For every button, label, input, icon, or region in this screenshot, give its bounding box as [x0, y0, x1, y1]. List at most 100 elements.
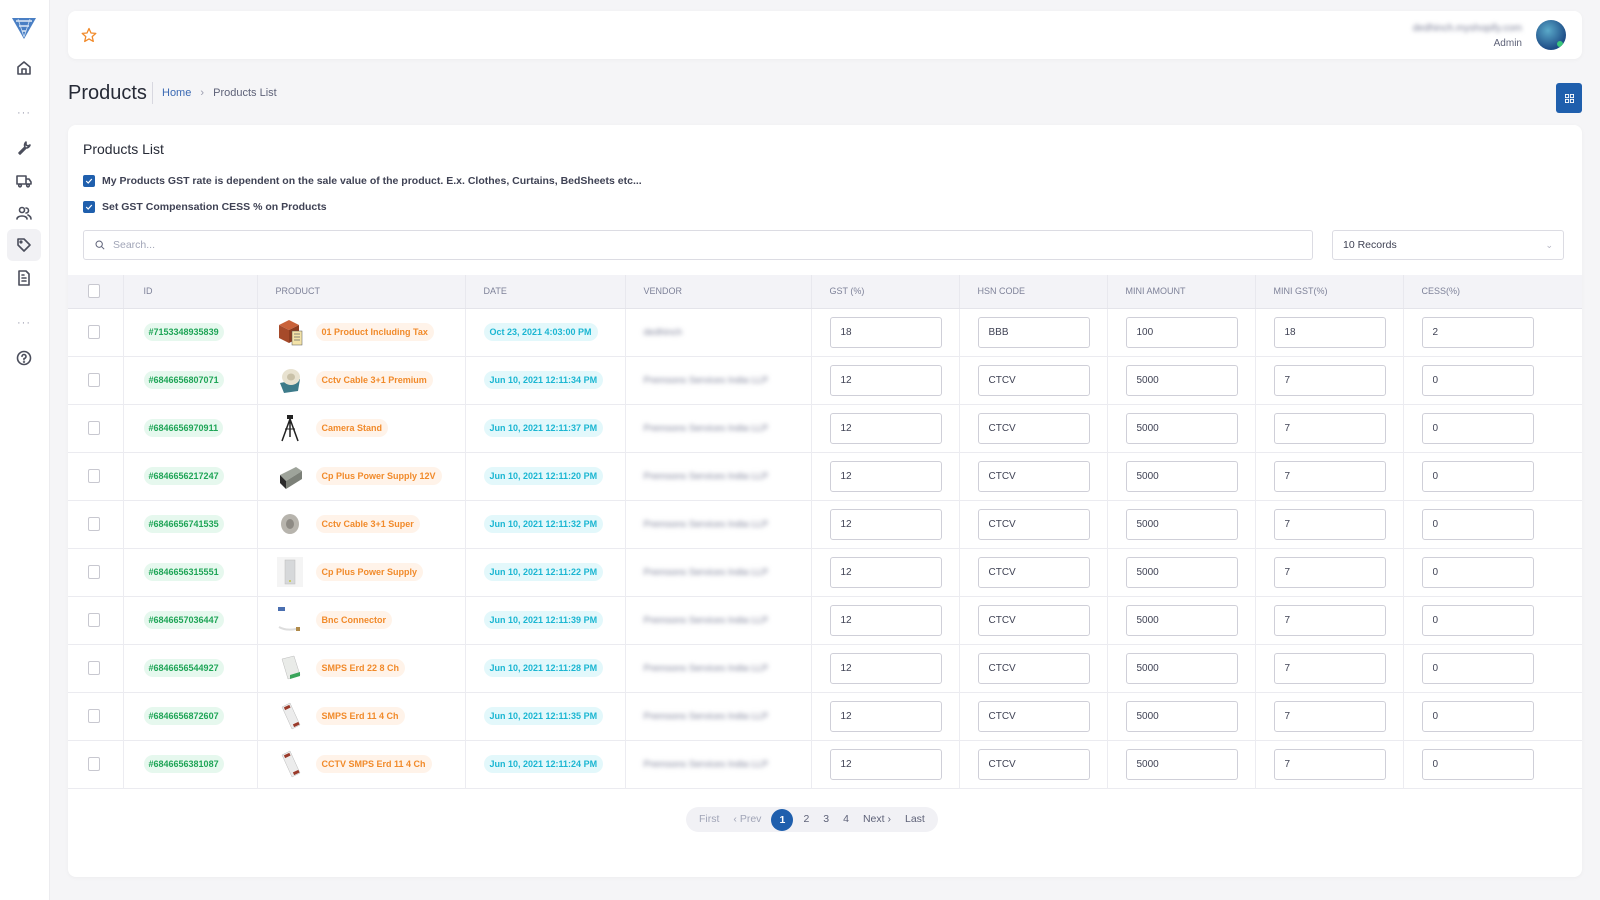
- col-vendor[interactable]: VENDOR: [625, 275, 812, 309]
- breadcrumb-home[interactable]: Home: [162, 87, 191, 99]
- mini-gst-input[interactable]: [1273, 460, 1386, 492]
- page-1[interactable]: 1: [771, 808, 794, 831]
- mini-amount-input[interactable]: [1125, 604, 1238, 636]
- mini-amount-input[interactable]: [1125, 700, 1238, 732]
- row-checkbox[interactable]: [88, 469, 100, 483]
- page-prev[interactable]: ‹ Prev: [726, 807, 768, 832]
- mini-amount-input[interactable]: [1125, 364, 1238, 396]
- cess-input[interactable]: [1421, 604, 1534, 636]
- page-next[interactable]: Next ›: [856, 807, 898, 832]
- product-name-badge[interactable]: 01 Product Including Tax: [315, 323, 434, 341]
- row-checkbox[interactable]: [88, 421, 100, 435]
- mini-gst-input[interactable]: [1273, 604, 1386, 636]
- product-name-badge[interactable]: SMPS Erd 11 4 Ch: [315, 707, 405, 725]
- gst-input[interactable]: [829, 700, 942, 732]
- hsn-code-input[interactable]: [977, 748, 1090, 780]
- sidebar-item-tools[interactable]: [7, 132, 41, 164]
- star-icon[interactable]: [81, 27, 97, 43]
- col-date[interactable]: DATE: [465, 275, 626, 309]
- cess-input[interactable]: [1421, 508, 1534, 540]
- records-per-page-select[interactable]: 10 Records ⌄: [1332, 230, 1564, 260]
- sidebar-item-shipping[interactable]: [7, 165, 41, 197]
- cess-input[interactable]: [1421, 316, 1534, 348]
- product-id-badge[interactable]: #6846656741535: [143, 515, 224, 533]
- gst-input[interactable]: [829, 748, 942, 780]
- product-id-badge[interactable]: #6846657036447: [143, 611, 224, 629]
- sidebar-item-customers[interactable]: [7, 197, 41, 229]
- hsn-code-input[interactable]: [977, 316, 1090, 348]
- mini-amount-input[interactable]: [1125, 748, 1238, 780]
- col-cess[interactable]: CESS(%): [1403, 275, 1582, 309]
- product-name-badge[interactable]: Cp Plus Power Supply 12V: [315, 467, 442, 485]
- product-id-badge[interactable]: #6846656872607: [143, 707, 224, 725]
- col-hsn-code[interactable]: HSN CODE: [959, 275, 1108, 309]
- mini-gst-input[interactable]: [1273, 412, 1386, 444]
- row-checkbox[interactable]: [88, 709, 100, 723]
- hsn-code-input[interactable]: [977, 508, 1090, 540]
- product-name-badge[interactable]: CCTV SMPS Erd 11 4 Ch: [315, 755, 432, 773]
- col-mini-amount[interactable]: MINI AMOUNT: [1107, 275, 1256, 309]
- cess-checkbox[interactable]: [83, 201, 95, 213]
- gst-dependent-option[interactable]: My Products GST rate is dependent on the…: [83, 175, 642, 187]
- product-name-badge[interactable]: SMPS Erd 22 8 Ch: [315, 659, 406, 677]
- mini-gst-input[interactable]: [1273, 748, 1386, 780]
- product-id-badge[interactable]: #6846656381087: [143, 755, 224, 773]
- row-checkbox[interactable]: [88, 757, 100, 771]
- row-checkbox[interactable]: [88, 661, 100, 675]
- product-name-badge[interactable]: Cctv Cable 3+1 Premium: [315, 371, 433, 389]
- gst-dependent-checkbox[interactable]: [83, 175, 95, 187]
- hsn-code-input[interactable]: [977, 652, 1090, 684]
- gst-input[interactable]: [829, 652, 942, 684]
- gst-input[interactable]: [829, 316, 942, 348]
- row-checkbox[interactable]: [88, 565, 100, 579]
- sidebar-item-home[interactable]: [7, 52, 41, 84]
- gst-input[interactable]: [829, 508, 942, 540]
- product-id-badge[interactable]: #7153348935839: [143, 323, 224, 341]
- col-product[interactable]: PRODUCT: [257, 275, 466, 309]
- sidebar-item-products[interactable]: [7, 229, 41, 261]
- product-id-badge[interactable]: #6846656807071: [143, 371, 224, 389]
- product-id-badge[interactable]: #6846656217247: [143, 467, 224, 485]
- cess-input[interactable]: [1421, 364, 1534, 396]
- hsn-code-input[interactable]: [977, 364, 1090, 396]
- row-checkbox[interactable]: [88, 613, 100, 627]
- product-name-badge[interactable]: Camera Stand: [315, 419, 389, 437]
- hsn-code-input[interactable]: [977, 460, 1090, 492]
- hsn-code-input[interactable]: [977, 412, 1090, 444]
- mini-gst-input[interactable]: [1273, 700, 1386, 732]
- sidebar-item-help[interactable]: [7, 342, 41, 374]
- mini-amount-input[interactable]: [1125, 556, 1238, 588]
- product-name-badge[interactable]: Cp Plus Power Supply: [315, 563, 424, 581]
- mini-gst-input[interactable]: [1273, 316, 1386, 348]
- product-name-badge[interactable]: Cctv Cable 3+1 Super: [315, 515, 420, 533]
- mini-gst-input[interactable]: [1273, 364, 1386, 396]
- cess-input[interactable]: [1421, 700, 1534, 732]
- row-checkbox[interactable]: [88, 325, 100, 339]
- mini-amount-input[interactable]: [1125, 652, 1238, 684]
- mini-amount-input[interactable]: [1125, 460, 1238, 492]
- product-id-badge[interactable]: #6846656315551: [143, 563, 224, 581]
- gst-input[interactable]: [829, 412, 942, 444]
- gst-input[interactable]: [829, 604, 942, 636]
- gst-input[interactable]: [829, 460, 942, 492]
- select-all-checkbox[interactable]: [88, 284, 100, 299]
- col-mini-gst[interactable]: MINI GST(%): [1255, 275, 1404, 309]
- gst-input[interactable]: [829, 556, 942, 588]
- page-first[interactable]: First: [692, 807, 726, 832]
- app-logo[interactable]: [11, 16, 37, 40]
- grid-view-button[interactable]: [1556, 83, 1582, 113]
- cess-input[interactable]: [1421, 748, 1534, 780]
- mini-amount-input[interactable]: [1125, 412, 1238, 444]
- avatar[interactable]: [1536, 20, 1566, 50]
- page-2[interactable]: 2: [796, 807, 816, 832]
- mini-gst-input[interactable]: [1273, 508, 1386, 540]
- page-3[interactable]: 3: [816, 807, 836, 832]
- hsn-code-input[interactable]: [977, 700, 1090, 732]
- gst-input[interactable]: [829, 364, 942, 396]
- cess-input[interactable]: [1421, 412, 1534, 444]
- product-id-badge[interactable]: #6846656970911: [143, 419, 224, 437]
- cess-input[interactable]: [1421, 652, 1534, 684]
- sidebar-item-invoices[interactable]: [7, 262, 41, 294]
- search-input[interactable]: [113, 239, 1293, 251]
- row-checkbox[interactable]: [88, 517, 100, 531]
